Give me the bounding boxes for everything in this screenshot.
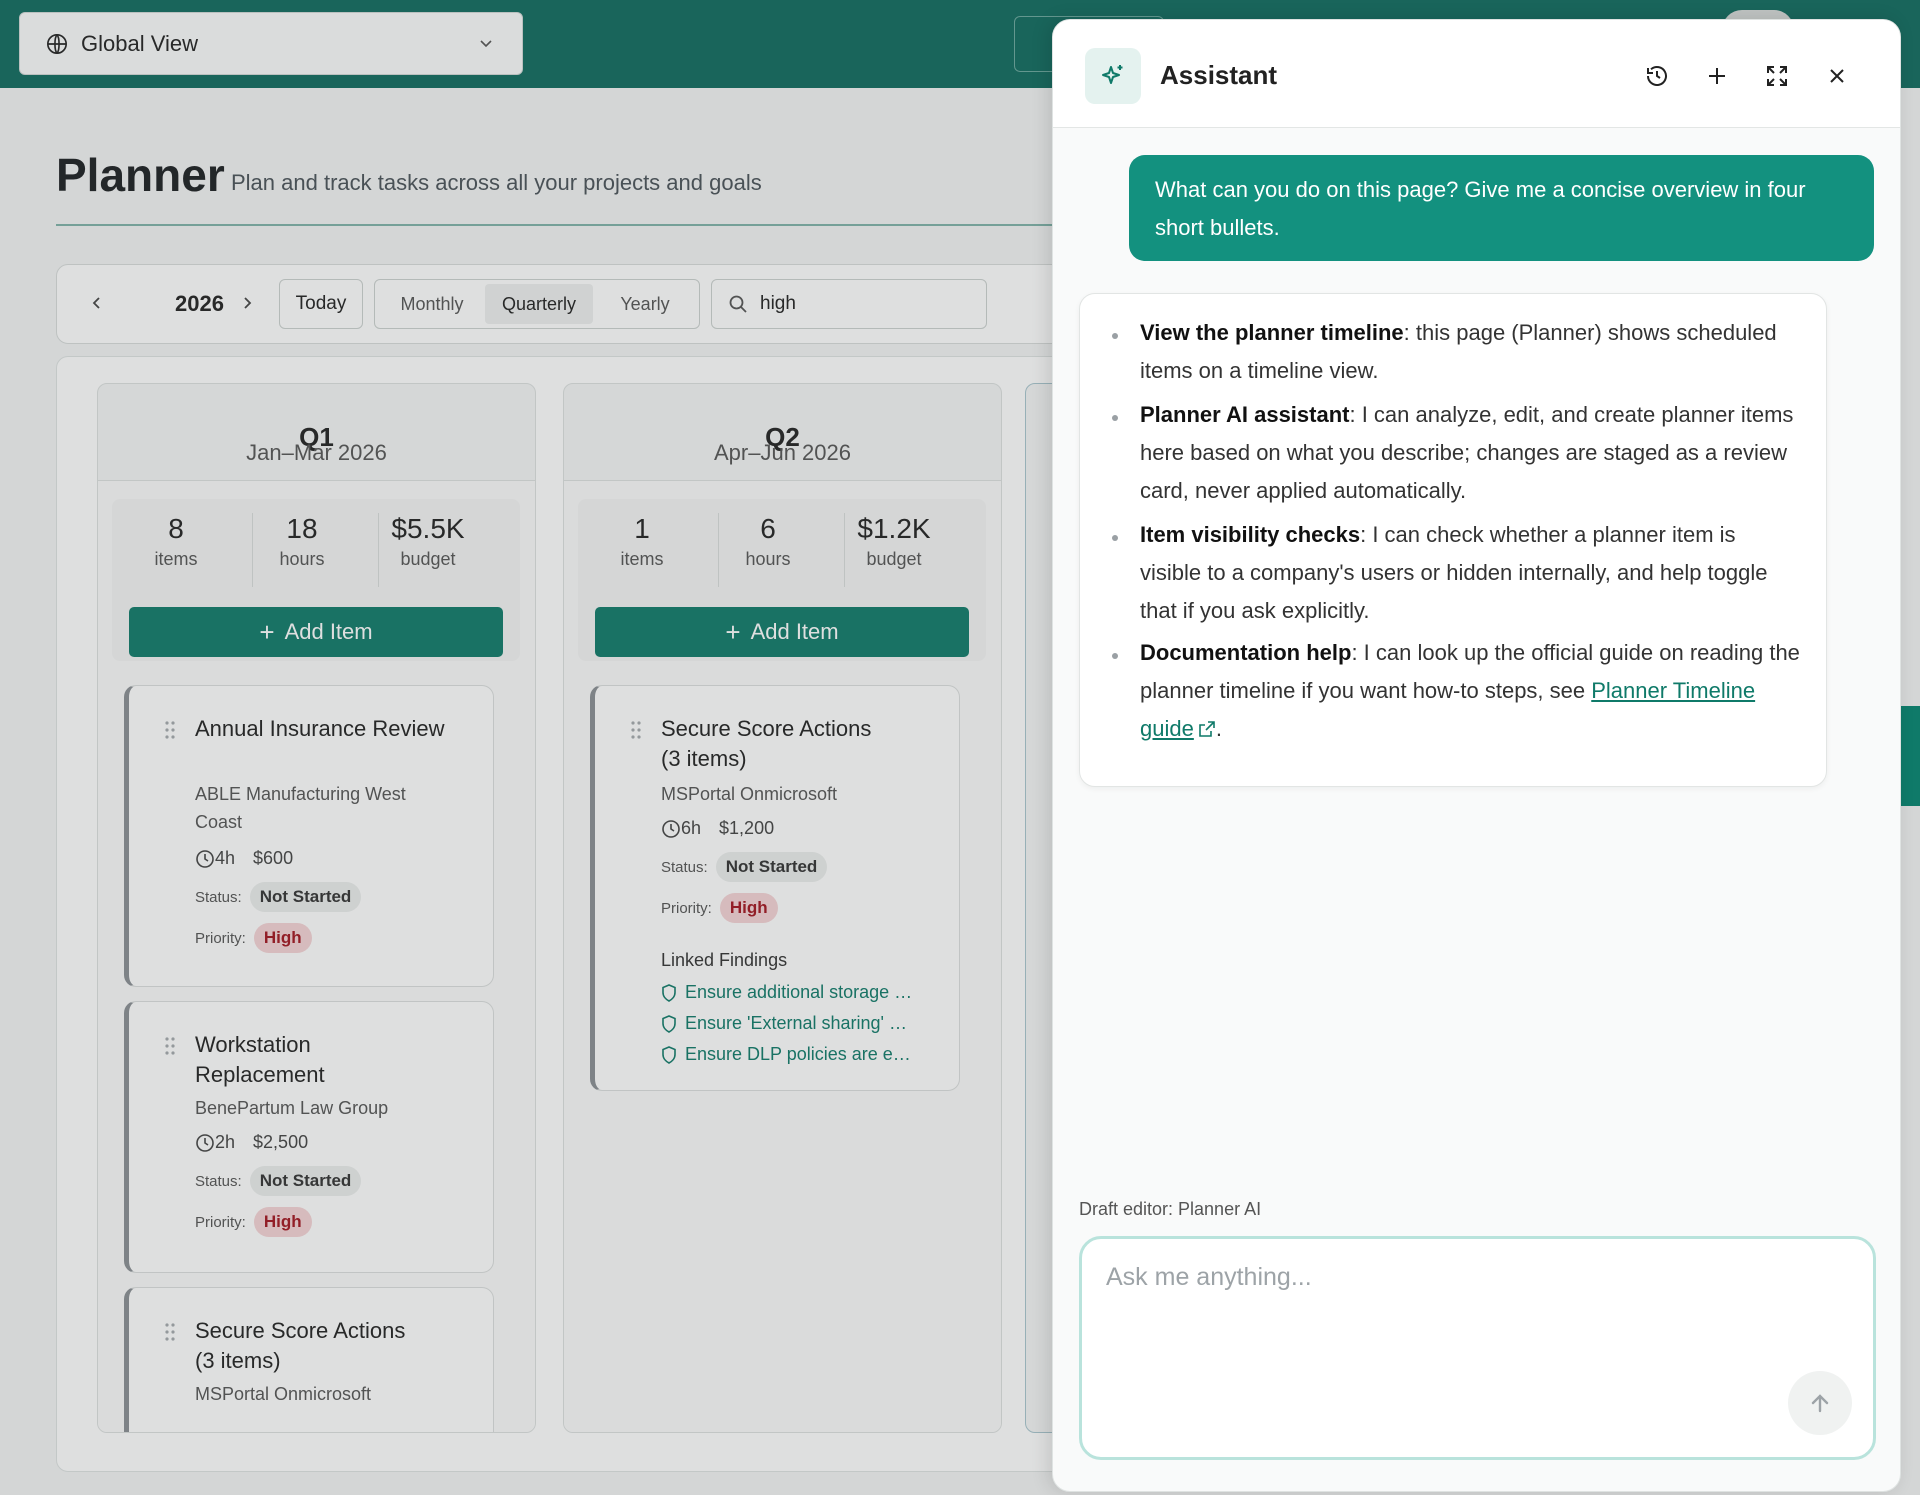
bullet-dot	[1112, 535, 1118, 541]
bullet-heading: Planner AI assistant	[1140, 402, 1350, 427]
chat-input[interactable]	[1106, 1263, 1846, 1363]
new-chat-button[interactable]	[1703, 62, 1731, 90]
assistant-panel: Assistant What can you do on this page? …	[1052, 19, 1901, 1492]
bullet-heading: Item visibility checks	[1140, 522, 1361, 547]
close-icon	[1830, 69, 1844, 83]
bullet-dot	[1112, 333, 1118, 339]
bullet-dot	[1112, 415, 1118, 421]
assistant-bullet: Item visibility checks: I can check whet…	[1140, 516, 1800, 630]
history-button[interactable]	[1643, 62, 1671, 90]
send-button[interactable]	[1788, 1371, 1852, 1435]
sparkle-icon	[1085, 48, 1141, 104]
external-link-icon	[1199, 721, 1215, 737]
assistant-title: Assistant	[1160, 60, 1278, 90]
expand-button[interactable]	[1763, 62, 1791, 90]
assistant-message: View the planner timeline: this page (Pl…	[1079, 293, 1827, 787]
close-button[interactable]	[1823, 62, 1851, 90]
assistant-bullet: Planner AI assistant: I can analyze, edi…	[1140, 396, 1800, 510]
bullet-tail: .	[1215, 716, 1222, 741]
assistant-bullet: View the planner timeline: this page (Pl…	[1140, 314, 1800, 390]
assistant-bullet: Documentation help: I can look up the of…	[1140, 634, 1800, 748]
arrow-up-icon	[1811, 1394, 1829, 1413]
bullet-heading: View the planner timeline	[1140, 320, 1404, 345]
bullet-dot	[1112, 653, 1118, 659]
bullet-heading: Documentation help	[1140, 640, 1352, 665]
history-icon	[1647, 66, 1667, 86]
expand-icon	[1767, 66, 1787, 86]
user-message: What can you do on this page? Give me a …	[1129, 155, 1874, 261]
message-composer	[1079, 1236, 1876, 1460]
plus-icon	[1709, 68, 1725, 84]
draft-editor-label: Draft editor: Planner AI	[1079, 1199, 1262, 1219]
assistant-header: Assistant	[1053, 20, 1900, 128]
